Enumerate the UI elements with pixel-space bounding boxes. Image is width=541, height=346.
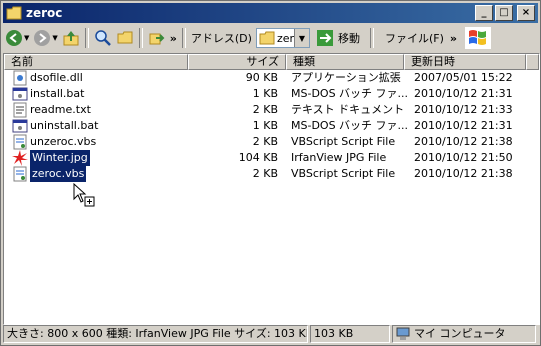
file-date: 2010/10/12 21:33 [414, 103, 513, 116]
maximize-button[interactable]: □ [495, 5, 513, 21]
back-dropdown-icon[interactable]: ▼ [24, 34, 29, 42]
file-row[interactable]: install.bat 1 KB MS-DOS バッチ ファ... 2010/1… [4, 86, 539, 102]
file-name: unzeroc.vbs [30, 135, 97, 148]
file-name: readme.txt [30, 103, 91, 116]
column-header-type[interactable]: 種類 [286, 54, 404, 70]
toolbar-chevron[interactable]: » [168, 27, 179, 49]
column-header-filler [526, 54, 539, 70]
up-folder-icon [63, 31, 79, 46]
column-header-date[interactable]: 更新日時 [404, 54, 526, 70]
folder-icon [259, 31, 275, 45]
file-menu[interactable]: ファイル(F) [385, 30, 444, 46]
file-name: install.bat [30, 87, 85, 100]
window-title: zeroc [26, 6, 63, 20]
status-location: マイ コンピュータ [392, 325, 536, 343]
address-dropdown-icon[interactable]: ▼ [293, 29, 309, 47]
file-type: VBScript Script File [291, 167, 396, 180]
status-details: 大きさ: 800 x 600 種類: IrfanView JPG File サイ… [3, 325, 308, 343]
toolbar-separator [138, 28, 143, 48]
go-button[interactable]: 移動 [316, 29, 360, 47]
my-computer-icon [396, 327, 410, 340]
file-type: MS-DOS バッチ ファ... [291, 119, 409, 132]
go-arrow-icon [316, 30, 333, 46]
status-location-label: マイ コンピュータ [414, 327, 506, 340]
file-size: 2 KB [252, 135, 278, 148]
file-row[interactable]: dsofile.dll 90 KB アプリケーション拡張 2007/05/01 … [4, 70, 539, 86]
file-date: 2010/10/12 21:50 [414, 151, 513, 164]
windows-logo-icon [464, 27, 491, 49]
irfanview-jpg-icon [12, 150, 28, 166]
file-row[interactable]: uninstall.bat 1 KB MS-DOS バッチ ファ... 2010… [4, 118, 539, 134]
file-date: 2010/10/12 21:31 [414, 87, 513, 100]
batch-file-icon [12, 119, 28, 133]
file-type: VBScript Script File [291, 135, 396, 148]
file-type: IrfanView JPG File [291, 151, 387, 164]
toolbar-separator [84, 28, 89, 48]
toolbar-separator [369, 28, 374, 48]
file-type: MS-DOS バッチ ファ... [291, 87, 409, 100]
file-row[interactable]: unzeroc.vbs 2 KB VBScript Script File 20… [4, 134, 539, 150]
move-to-button[interactable] [146, 27, 168, 49]
file-size: 1 KB [252, 87, 278, 100]
file-row-selected[interactable]: Winter.jpg 104 KB IrfanView JPG File 201… [4, 150, 539, 166]
go-label: 移動 [337, 32, 360, 45]
file-date: 2010/10/12 21:31 [414, 119, 513, 132]
file-row-selected[interactable]: zeroc.vbs 2 KB VBScript Script File 2010… [4, 166, 539, 182]
file-size: 2 KB [252, 103, 278, 116]
folders-button[interactable] [114, 27, 136, 49]
explorer-window: zeroc _ □ × ▼ ▼ » アドレス(D) zer ▼ 移動 ファイル(… [0, 0, 541, 346]
minimize-button[interactable]: _ [475, 5, 493, 21]
file-date: 2007/05/01 15:22 [414, 71, 513, 84]
move-to-icon [149, 33, 165, 45]
file-row[interactable]: readme.txt 2 KB テキスト ドキュメント 2010/10/12 2… [4, 102, 539, 118]
title-bar[interactable]: zeroc _ □ × [3, 3, 538, 23]
file-date: 2010/10/12 21:38 [414, 167, 513, 180]
folders-icon [117, 31, 133, 44]
file-date: 2010/10/12 21:38 [414, 135, 513, 148]
search-button[interactable] [92, 27, 114, 49]
menu-chevron[interactable]: » [450, 32, 457, 45]
forward-dropdown-icon[interactable]: ▼ [52, 34, 57, 42]
status-bar: 大きさ: 800 x 600 種類: IrfanView JPG File サイ… [3, 325, 538, 343]
batch-file-icon [12, 87, 28, 101]
forward-button[interactable]: ▼ [31, 27, 59, 49]
drag-copy-cursor-icon [73, 183, 95, 207]
forward-arrow-icon [34, 30, 51, 46]
up-folder-button[interactable] [60, 27, 82, 49]
file-name: Winter.jpg [30, 150, 90, 166]
toolbar: ▼ ▼ » アドレス(D) zeroc ▼ 移動 [3, 25, 538, 51]
column-header-name[interactable]: 名前 [4, 54, 188, 70]
toolbar-separator [181, 28, 186, 48]
file-size: 90 KB [245, 71, 278, 84]
dll-file-icon [13, 70, 27, 86]
close-button[interactable]: × [517, 5, 535, 21]
address-label: アドレス(D) [190, 32, 252, 45]
file-name: zeroc.vbs [30, 166, 87, 182]
file-name: uninstall.bat [30, 119, 99, 132]
file-type: テキスト ドキュメント [291, 103, 405, 116]
file-size: 1 KB [252, 119, 278, 132]
file-size: 104 KB [238, 151, 278, 164]
back-button[interactable]: ▼ [3, 27, 31, 49]
column-header-bar: 名前 サイズ 種類 更新日時 [4, 54, 539, 70]
file-rows: dsofile.dll 90 KB アプリケーション拡張 2007/05/01 … [4, 70, 539, 182]
folder-icon [6, 6, 22, 20]
file-type: アプリケーション拡張 [291, 71, 401, 84]
address-field[interactable]: zeroc ▼ [255, 28, 310, 48]
text-file-icon [13, 102, 27, 118]
file-size: 2 KB [252, 167, 278, 180]
status-size: 103 KB [310, 325, 390, 343]
file-name: dsofile.dll [30, 71, 83, 84]
vbscript-file-icon [13, 134, 27, 150]
column-header-size[interactable]: サイズ [188, 54, 286, 70]
back-arrow-icon [6, 30, 22, 46]
vbscript-file-icon [13, 166, 27, 182]
search-icon [95, 30, 111, 46]
